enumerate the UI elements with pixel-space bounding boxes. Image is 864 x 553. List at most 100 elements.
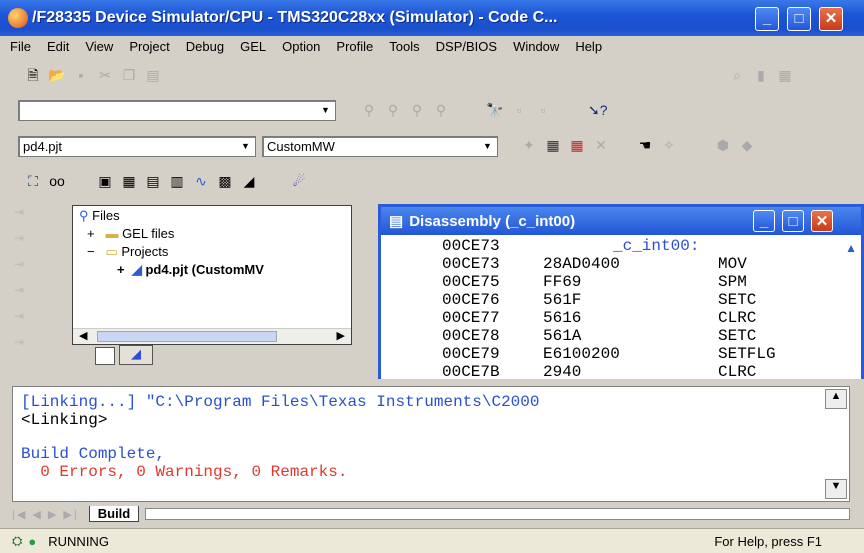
incremental-build-icon[interactable]: ▦ xyxy=(544,137,562,153)
app-icon xyxy=(8,8,28,28)
registers-icon[interactable]: ▤ xyxy=(144,173,162,189)
expand-icon[interactable]: + xyxy=(87,226,95,241)
menu-tools[interactable]: Tools xyxy=(389,39,419,54)
disasm-mnem: SETC xyxy=(718,291,757,309)
status-state: RUNNING xyxy=(48,533,109,549)
menu-view[interactable]: View xyxy=(85,39,113,54)
rebuild-all-icon[interactable]: ▦ xyxy=(568,137,586,153)
plot-icon[interactable]: ◢ xyxy=(240,173,258,189)
tree-item-projects[interactable]: − ▭ Projects xyxy=(87,244,168,260)
close-button[interactable]: ✕ xyxy=(811,210,833,232)
bookmark-tab-icon[interactable]: ◢ xyxy=(119,345,153,365)
find-toolbar: ⚲ ⚲ ⚲ ⚲ 🔭 ▫ ▫ ➘? xyxy=(360,98,680,122)
copy-icon[interactable]: ❐ xyxy=(120,67,138,83)
menu-edit[interactable]: Edit xyxy=(47,39,69,54)
horizontal-scrollbar[interactable]: ◀ ▶ xyxy=(73,328,351,344)
disasm-op: 2940 xyxy=(543,363,582,379)
project-combo[interactable]: pd4.pjt ▼ xyxy=(18,136,256,157)
open-folder-icon: ▭ xyxy=(105,244,118,259)
disasm-mnem: CLRC xyxy=(718,363,757,379)
watch-icon[interactable]: ▫ xyxy=(510,102,528,118)
hand-icon[interactable]: ☚ xyxy=(636,137,654,153)
chevron-down-icon[interactable]: ▼ xyxy=(480,139,495,154)
table-icon[interactable]: ▥ xyxy=(168,173,186,189)
menu-option[interactable]: Option xyxy=(282,39,320,54)
bookmark-icon[interactable]: ▮ xyxy=(752,67,770,83)
stop-build-icon[interactable]: ✕ xyxy=(592,137,610,153)
disasm-mnem: CLRC xyxy=(718,309,757,327)
menu-window[interactable]: Window xyxy=(513,39,559,54)
tab-build[interactable]: Build xyxy=(88,506,140,522)
probe-icon[interactable]: ☄ xyxy=(290,173,308,189)
search-combo[interactable]: ▼ xyxy=(18,100,336,121)
close-button[interactable]: ✕ xyxy=(819,7,843,31)
scroll-left-icon[interactable]: ◀ xyxy=(79,329,87,342)
memory-icon[interactable]: ▣ xyxy=(96,173,114,189)
image-icon[interactable]: ▩ xyxy=(216,173,234,189)
scroll-thumb[interactable] xyxy=(97,331,277,342)
menu-help[interactable]: Help xyxy=(575,39,602,54)
locals-icon[interactable]: ▫ xyxy=(534,102,552,118)
cube-icon[interactable]: ⬢ xyxy=(714,137,732,153)
graph-icon[interactable]: ⛶ xyxy=(24,173,42,189)
tree-root[interactable]: ⚲ Files xyxy=(79,208,120,224)
menu-bar: File Edit View Project Debug GEL Option … xyxy=(0,36,864,56)
find-files-icon[interactable]: ⚲ xyxy=(408,102,426,118)
disassembly-title-bar: ▤ Disassembly (_c_int00) _ □ ✕ xyxy=(381,207,861,235)
tool-icon[interactable]: ⇥ xyxy=(14,231,44,257)
scroll-down-button[interactable]: ▼ xyxy=(825,479,847,499)
tree-item-gel[interactable]: + ▬ GEL files xyxy=(87,226,174,241)
collapse-icon[interactable]: − xyxy=(87,244,95,259)
menu-debug[interactable]: Debug xyxy=(186,39,224,54)
menu-dspbios[interactable]: DSP/BIOS xyxy=(436,39,497,54)
menu-gel[interactable]: GEL xyxy=(240,39,266,54)
tree-root-label: Files xyxy=(92,208,120,223)
menu-project[interactable]: Project xyxy=(129,39,169,54)
menu-profile[interactable]: Profile xyxy=(336,39,373,54)
tree-item-project[interactable]: + ◢ pd4.pjt (CustomMV xyxy=(117,262,264,278)
scroll-up-icon[interactable]: ▲ xyxy=(845,241,857,255)
expand-icon[interactable]: + xyxy=(117,262,125,277)
find-replace-icon[interactable]: ⚲ xyxy=(432,102,450,118)
paste-icon[interactable]: ▤ xyxy=(144,67,162,83)
maximize-button[interactable]: □ xyxy=(782,210,804,232)
new-file-icon[interactable]: 🗎 xyxy=(24,67,42,83)
maximize-button[interactable]: □ xyxy=(787,7,811,31)
scroll-right-icon[interactable]: ▶ xyxy=(337,329,345,342)
minimize-button[interactable]: _ xyxy=(755,7,779,31)
chevron-down-icon[interactable]: ▼ xyxy=(238,139,253,154)
context-help-icon[interactable]: ➘? xyxy=(588,102,608,118)
output-hscroll[interactable] xyxy=(145,508,850,520)
compile-icon[interactable]: ✦ xyxy=(520,137,538,153)
output-line-1: [Linking...] "C:\Program Files\Texas Ins… xyxy=(21,393,550,411)
folder-icon: ▬ xyxy=(105,226,119,241)
tool-icon[interactable]: ⇥ xyxy=(14,335,44,361)
tool-icon[interactable]: ⇥ xyxy=(14,283,44,309)
debug-binoculars-icon[interactable]: 🔭 xyxy=(486,102,504,118)
step-icon[interactable]: ✧ xyxy=(660,137,678,153)
file-tab-icon[interactable] xyxy=(95,347,115,365)
scroll-up-button[interactable]: ▲ xyxy=(825,389,847,409)
tool-icon[interactable]: ⇥ xyxy=(14,309,44,335)
save-icon[interactable]: ▪ xyxy=(72,67,90,83)
find-icon[interactable]: ⌕ xyxy=(728,67,746,83)
print-icon[interactable]: ▦ xyxy=(776,67,794,83)
disasm-op: 28AD0400 xyxy=(543,255,620,273)
calculator-icon[interactable]: ▦ xyxy=(120,173,138,189)
shape-icon[interactable]: ◆ xyxy=(738,137,756,153)
minimize-button[interactable]: _ xyxy=(753,210,775,232)
tool-icon[interactable]: ⇥ xyxy=(14,205,44,231)
status-help: For Help, press F1 xyxy=(714,533,822,549)
find-prev-icon[interactable]: ⚲ xyxy=(384,102,402,118)
config-combo[interactable]: CustomMW ▼ xyxy=(262,136,498,157)
glasses-icon[interactable]: oo xyxy=(48,173,66,189)
waveform-icon[interactable]: ∿ xyxy=(192,173,210,189)
tool-icon[interactable]: ⇥ xyxy=(14,257,44,283)
cut-icon[interactable]: ✂ xyxy=(96,67,114,83)
output-line-3: Build Complete, xyxy=(21,445,166,463)
menu-file[interactable]: File xyxy=(10,39,31,54)
chevron-down-icon[interactable]: ▼ xyxy=(318,103,333,118)
tab-nav-icons[interactable]: |◀ ◀ ▶ ▶| xyxy=(12,508,79,521)
find-next-icon[interactable]: ⚲ xyxy=(360,102,378,118)
open-folder-icon[interactable]: 📂 xyxy=(48,67,66,83)
